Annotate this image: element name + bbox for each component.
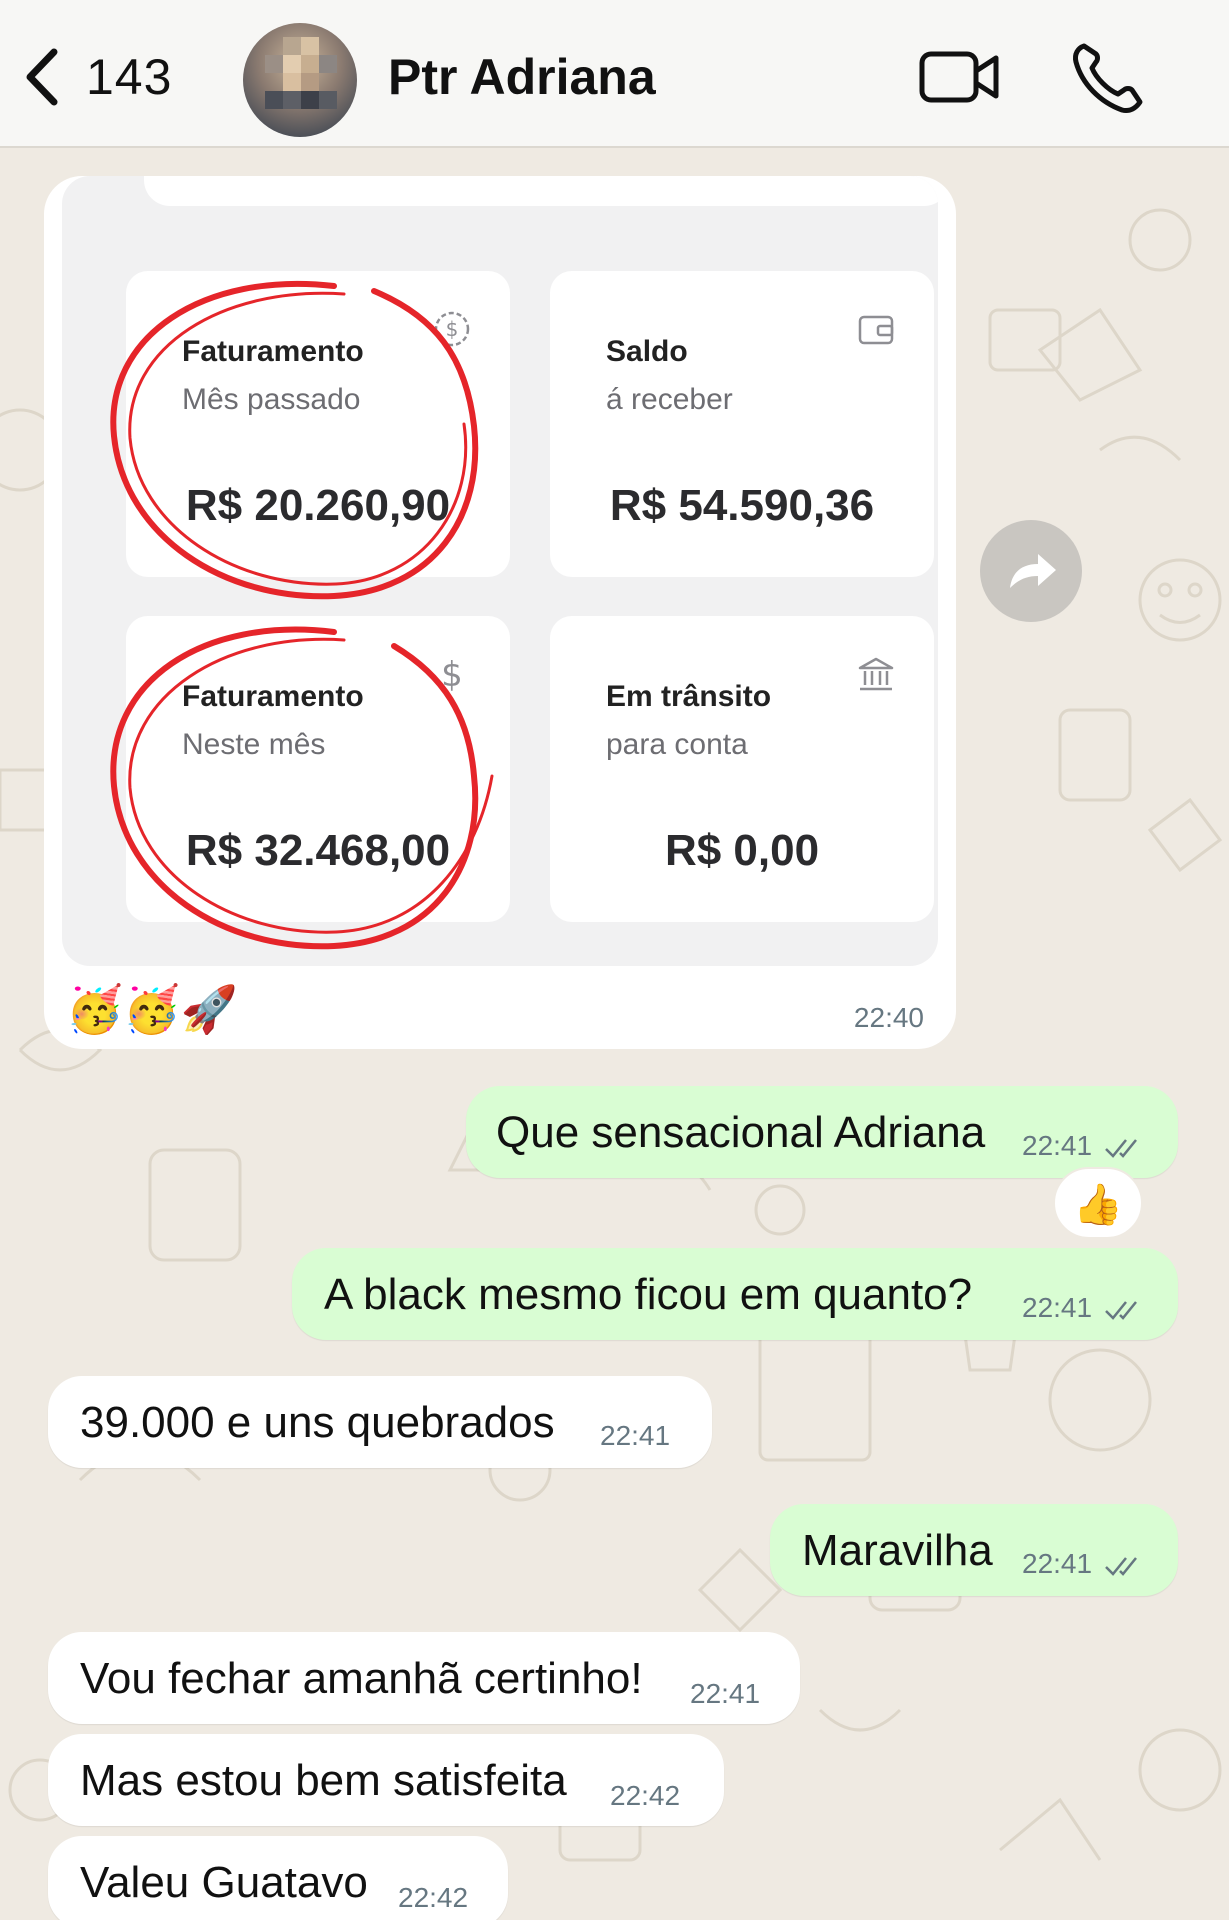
chevron-left-icon <box>26 48 58 106</box>
card-subtitle: Mês passado <box>182 383 361 416</box>
message-time: 22:41 <box>1022 1130 1093 1161</box>
card-subtitle: á receber <box>606 383 733 416</box>
forward-button[interactable] <box>980 520 1082 622</box>
card-title: Faturamento <box>182 335 364 368</box>
card-title: Em trânsito <box>606 680 772 713</box>
voice-call-button[interactable] <box>1070 40 1146 116</box>
card-saldo-a-receber: Saldo á receber R$ 54.590,36 <box>550 271 934 577</box>
card-title: Saldo <box>606 335 688 368</box>
message-text: Que sensacional Adriana <box>496 1108 986 1157</box>
message-time: 22:42 <box>398 1882 469 1913</box>
dollar-coin-icon: $ <box>434 311 470 347</box>
message-time-row: 22:41 <box>1022 1130 1144 1162</box>
message-text: Maravilha <box>802 1526 993 1575</box>
card-faturamento-neste-mes: Faturamento Neste mês R$ 32.468,00 $ <box>126 616 510 922</box>
message-text: Vou fechar amanhã certinho! <box>80 1654 643 1703</box>
svg-text:$: $ <box>441 655 463 694</box>
message-time-row: 22:41 <box>1022 1292 1144 1324</box>
message-time: 22:41 <box>690 1678 761 1709</box>
caption-emojis: 🥳🥳🚀 <box>66 983 238 1035</box>
incoming-message[interactable]: Valeu Guatavo 22:42 <box>48 1836 508 1920</box>
outgoing-message[interactable]: Maravilha 22:41 <box>770 1504 1178 1596</box>
video-camera-icon <box>919 51 999 103</box>
message-time: 22:42 <box>610 1780 681 1811</box>
back-button[interactable]: 143 <box>20 38 190 116</box>
card-subtitle: para conta <box>606 728 748 761</box>
message-time: 22:41 <box>1022 1292 1093 1323</box>
message-text: A black mesmo ficou em quanto? <box>324 1270 973 1319</box>
message-time: 22:41 <box>600 1420 671 1451</box>
card-subtitle: Neste mês <box>182 728 326 761</box>
card-em-transito: Em trânsito para conta R$ 0,00 <box>550 616 934 922</box>
card-value: R$ 54.590,36 <box>609 481 875 530</box>
message-time: 22:40 <box>853 1002 924 1033</box>
message-text: Valeu Guatavo <box>80 1858 368 1907</box>
share-arrow-icon <box>1010 554 1056 588</box>
card-value: R$ 0,00 <box>664 826 820 875</box>
reaction-badge[interactable]: 👍 <box>1053 1167 1143 1239</box>
card-title: Faturamento <box>182 680 364 713</box>
contact-name[interactable]: Ptr Adriana <box>388 48 656 106</box>
message-text: Mas estou bem satisfeita <box>80 1756 567 1805</box>
svg-text:$: $ <box>446 317 459 341</box>
card-value: R$ 20.260,90 <box>185 481 451 530</box>
phone-icon <box>1073 43 1143 113</box>
unread-count: 143 <box>86 49 173 105</box>
message-time: 22:41 <box>1022 1548 1093 1579</box>
card-value: R$ 32.468,00 <box>185 826 451 875</box>
chat-header: 143 Ptr Adriana <box>0 0 1229 148</box>
message-text: 39.000 e uns quebrados <box>80 1398 555 1447</box>
bank-icon <box>858 657 894 691</box>
contact-avatar[interactable] <box>243 23 357 137</box>
incoming-message[interactable]: Mas estou bem satisfeita 22:42 <box>48 1734 724 1826</box>
wallet-icon <box>858 315 894 345</box>
dashboard-screenshot: Faturamento Mês passado R$ 20.260,90 $ S… <box>62 176 938 966</box>
image-message[interactable]: Faturamento Mês passado R$ 20.260,90 $ S… <box>44 176 956 1049</box>
dollar-sign-icon: $ <box>441 655 463 694</box>
incoming-message[interactable]: Vou fechar amanhã certinho! 22:41 <box>48 1632 800 1724</box>
message-time-row: 22:41 <box>1022 1548 1144 1580</box>
dashboard-top-panel <box>144 176 938 206</box>
chat-area[interactable]: Faturamento Mês passado R$ 20.260,90 $ S… <box>0 150 1229 1920</box>
outgoing-message[interactable]: A black mesmo ficou em quanto? 22:41 <box>292 1248 1178 1340</box>
read-ticks-icon <box>1104 1556 1137 1576</box>
incoming-message[interactable]: 39.000 e uns quebrados 22:41 <box>48 1376 712 1468</box>
outgoing-message[interactable]: Que sensacional Adriana 22:41 <box>466 1086 1178 1178</box>
read-ticks-icon <box>1104 1138 1137 1158</box>
video-call-button[interactable] <box>918 46 1002 108</box>
card-faturamento-mes-passado: Faturamento Mês passado R$ 20.260,90 $ <box>126 271 510 577</box>
read-ticks-icon <box>1104 1300 1137 1320</box>
